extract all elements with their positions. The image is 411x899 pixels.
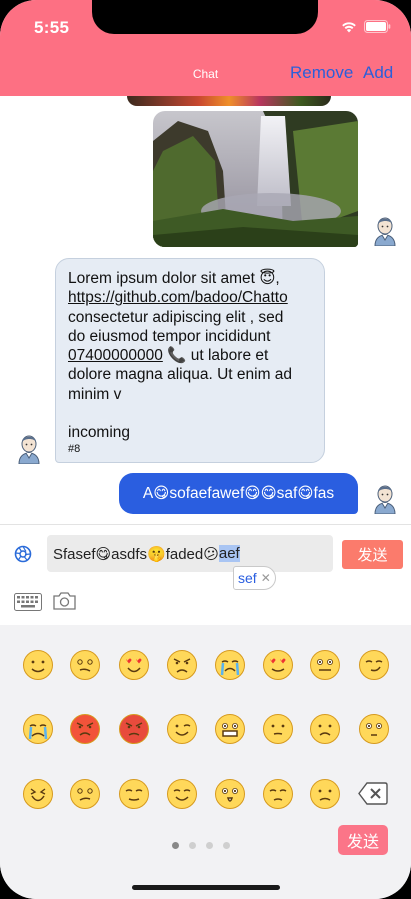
pensive-thinking-emoji-icon[interactable] — [262, 778, 294, 810]
message-link[interactable]: https://github.com/badoo/Chatto — [68, 288, 312, 307]
status-time: 5:55 — [34, 18, 70, 37]
woozy-emoji-icon[interactable] — [69, 649, 101, 681]
battery-icon — [364, 20, 391, 33]
backspace-icon[interactable] — [358, 781, 388, 806]
message-input-bar: Sfasef😋asdfs🤫faded😕 aef 发送 sef ✕ — [0, 524, 411, 625]
grimacing-emoji-icon[interactable] — [214, 713, 246, 745]
loudly-crying-emoji-icon[interactable] — [214, 649, 246, 681]
keyboard-icon[interactable] — [14, 593, 42, 613]
message-text-field[interactable]: Sfasef😋asdfs🤫faded😕 aef — [47, 535, 333, 572]
page-dot[interactable] — [222, 842, 230, 849]
avatar-outgoing-icon[interactable] — [372, 482, 398, 514]
page-dot[interactable] — [188, 842, 196, 849]
avatar-outgoing-icon[interactable] — [372, 214, 398, 246]
wifi-icon — [342, 22, 356, 33]
tired-emoji-icon[interactable] — [22, 778, 54, 810]
message-text-line: dolore magna aliqua. Ut enim ad — [68, 366, 293, 384]
zipper-mouth-emoji-icon[interactable] — [309, 649, 341, 681]
photo-message-waterfall[interactable] — [153, 111, 358, 247]
page-dot[interactable] — [171, 842, 179, 849]
crying-face-emoji-icon[interactable] — [22, 713, 54, 745]
message-text-fragment: 📞 ut labore et — [162, 347, 269, 365]
message-text-line: minim v — [68, 385, 122, 403]
navigation-bar: 5:55 Chat Remove Add — [0, 0, 411, 96]
message-number: #8 — [68, 443, 81, 456]
input-text: Sfasef😋asdfs🤫faded😕 — [53, 545, 219, 563]
pouting-emoji-icon[interactable] — [118, 713, 150, 745]
input-marked-text: aef — [218, 545, 240, 562]
flushed-emoji-icon[interactable] — [358, 713, 390, 745]
wink-tongue-emoji-icon[interactable] — [166, 713, 198, 745]
camera-shutter-icon[interactable] — [14, 545, 32, 563]
status-icons — [340, 20, 391, 33]
suggestion-text: sef — [238, 570, 257, 586]
home-indicator — [132, 885, 280, 890]
outgoing-message-bubble[interactable]: A😋sofaefawef😋😋saf😋fas — [119, 473, 358, 514]
message-text-line: consectetur adipiscing elit , sed — [68, 308, 284, 326]
smirk-emoji-icon[interactable] — [358, 649, 390, 681]
camera-icon[interactable] — [53, 591, 76, 611]
frowning-emoji-icon[interactable] — [309, 713, 341, 745]
photo-message-flowers[interactable] — [127, 96, 331, 106]
remove-button[interactable]: Remove — [290, 63, 353, 83]
rage-red-emoji-icon[interactable] — [69, 713, 101, 745]
heart-eyes-2-emoji-icon[interactable] — [262, 649, 294, 681]
notch — [92, 0, 318, 34]
phone-screen: 5:55 Chat Remove Add Lorem ipsum dolor s… — [0, 0, 411, 899]
thinking-emoji-icon[interactable] — [262, 713, 294, 745]
emoji-send-button[interactable]: 发送 — [338, 825, 388, 855]
emoji-panel: 发送 — [0, 625, 411, 899]
slight-smile-emoji-icon[interactable] — [22, 649, 54, 681]
message-text-line: Lorem ipsum dolor sit amet 😇, — [68, 270, 280, 287]
hand-over-mouth-emoji-icon[interactable] — [118, 778, 150, 810]
message-text-line: incoming — [68, 424, 131, 442]
autocorrect-suggestion[interactable]: sef ✕ — [233, 566, 276, 590]
message-text-line: 07400000000 📞 ut labore et — [68, 346, 312, 365]
message-text-line: do eiusmod tempor incididunt — [68, 327, 271, 345]
page-dot[interactable] — [205, 842, 213, 849]
message-phone-link[interactable]: 07400000000 — [68, 347, 163, 364]
worried-emoji-icon[interactable] — [309, 778, 341, 810]
send-button[interactable]: 发送 — [342, 540, 403, 569]
avatar-incoming-icon[interactable] — [16, 432, 42, 464]
dismiss-suggestion-icon[interactable]: ✕ — [261, 571, 271, 585]
incoming-message-bubble[interactable]: Lorem ipsum dolor sit amet 😇, https://gi… — [55, 258, 325, 463]
heart-eyes-emoji-icon[interactable] — [118, 649, 150, 681]
angry-face-emoji-icon[interactable] — [166, 649, 198, 681]
smiling-emoji-icon[interactable] — [166, 778, 198, 810]
astonished-emoji-icon[interactable] — [214, 778, 246, 810]
confused-emoji-icon[interactable] — [69, 778, 101, 810]
message-list[interactable]: Lorem ipsum dolor sit amet 😇, https://gi… — [0, 96, 411, 524]
add-button[interactable]: Add — [363, 63, 393, 83]
